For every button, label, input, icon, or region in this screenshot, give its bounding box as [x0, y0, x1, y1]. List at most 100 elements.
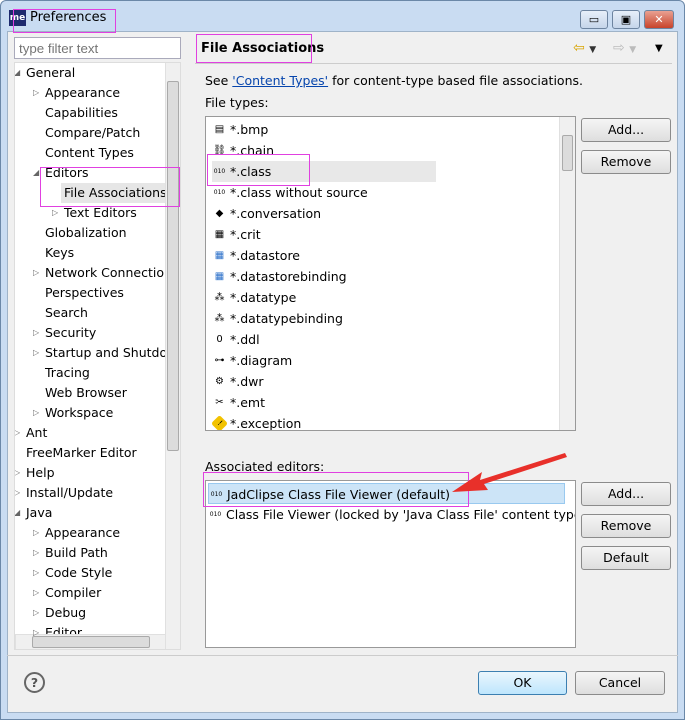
tree-item[interactable]: Debug: [45, 603, 86, 623]
expand-arrow-icon[interactable]: ▷: [15, 468, 20, 477]
cancel-button[interactable]: Cancel: [575, 671, 665, 695]
collapse-arrow-icon[interactable]: ◢: [15, 508, 20, 517]
table-icon: ▦: [214, 250, 225, 261]
add-file-type-button[interactable]: Add...: [581, 118, 671, 142]
file-type-item[interactable]: ▤ *.bmp: [212, 119, 269, 140]
annotation-arrow: [452, 453, 567, 492]
file-type-item[interactable]: ⊶ *.diagram: [212, 350, 293, 371]
tree-item[interactable]: Capabilities: [45, 103, 118, 123]
tree-scroll-thumb[interactable]: [167, 81, 179, 451]
file-type-name: *.bmp: [230, 122, 269, 137]
expand-arrow-icon[interactable]: ▷: [52, 208, 58, 217]
file-type-item[interactable]: ▦ *.crit: [212, 224, 261, 245]
tree-hscroll-thumb[interactable]: [32, 636, 150, 648]
expand-arrow-icon[interactable]: ▷: [33, 408, 39, 417]
file-type-name: *.exception: [230, 416, 302, 431]
tree-item[interactable]: Appearance: [45, 83, 120, 103]
file-type-item[interactable]: ◆ *.conversation: [212, 203, 321, 224]
file-type-item[interactable]: ! *.exception: [211, 413, 302, 431]
ok-button[interactable]: OK: [478, 671, 567, 695]
tree-item[interactable]: Compare/Patch: [45, 123, 140, 143]
help-icon[interactable]: ?: [24, 672, 45, 693]
tree-item[interactable]: Build Path: [45, 543, 108, 563]
file-type-item[interactable]: ⚙ *.dwr: [212, 371, 264, 392]
file-type-name: *.datatypebinding: [230, 311, 343, 326]
editor-item[interactable]: 010 Class File Viewer (locked by 'Java Cl…: [208, 504, 575, 525]
back-icon[interactable]: ⇦ ▼: [573, 40, 596, 56]
file-types-scrollbar[interactable]: [559, 117, 575, 430]
add-editor-button[interactable]: Add...: [581, 482, 671, 506]
expand-arrow-icon[interactable]: ▷: [33, 628, 39, 637]
content-types-link[interactable]: 'Content Types': [232, 73, 328, 88]
forward-icon[interactable]: ⇨ ▼: [613, 40, 636, 56]
tree-item[interactable]: Keys: [45, 243, 74, 263]
tree-item[interactable]: Search: [45, 303, 88, 323]
file-type-name: *.emt: [230, 395, 265, 410]
annotation-box: [13, 9, 116, 33]
file-type-item[interactable]: ✂ *.emt: [212, 392, 265, 413]
maximize-button[interactable]: ▣: [612, 10, 640, 29]
tree-item[interactable]: Java: [26, 503, 52, 523]
tree-item[interactable]: Appearance: [45, 523, 120, 543]
crit-icon: ▦: [214, 229, 225, 240]
tree-item[interactable]: Web Browser: [45, 383, 127, 403]
tree-item[interactable]: Tracing: [45, 363, 90, 383]
tree-item[interactable]: Content Types: [45, 143, 134, 163]
expand-arrow-icon[interactable]: ▷: [33, 348, 39, 357]
expand-arrow-icon[interactable]: ▷: [15, 488, 20, 497]
tree-item[interactable]: Code Style: [45, 563, 112, 583]
annotation-box: [207, 154, 310, 186]
annotation-box: [203, 472, 469, 507]
file-type-name: *.datatype: [230, 290, 297, 305]
tree-item[interactable]: Startup and Shutdown: [45, 343, 180, 363]
tree-item[interactable]: Ant: [26, 423, 47, 443]
expand-arrow-icon[interactable]: ▷: [33, 588, 39, 597]
file-type-name: *.ddl: [230, 332, 260, 347]
expand-arrow-icon[interactable]: ▷: [33, 328, 39, 337]
minimize-button[interactable]: ▭: [580, 10, 608, 29]
datatype-icon: ⁂: [214, 313, 225, 324]
desc-text-2: for content-type based file associations…: [328, 73, 583, 88]
expand-arrow-icon[interactable]: ▷: [33, 608, 39, 617]
tree-scrollbar[interactable]: [165, 63, 180, 649]
tree-item[interactable]: Network Connections: [45, 263, 178, 283]
file-types-scroll-thumb[interactable]: [562, 135, 573, 171]
filter-input[interactable]: [14, 37, 181, 59]
view-menu-icon[interactable]: ▼: [655, 43, 663, 54]
file-type-name: *.datastore: [230, 248, 300, 263]
expand-arrow-icon[interactable]: ▷: [33, 268, 39, 277]
file-type-item[interactable]: ▦ *.datastorebinding: [212, 266, 347, 287]
close-button[interactable]: ✕: [644, 10, 674, 29]
tree-item[interactable]: General: [26, 63, 75, 83]
file-type-name: *.crit: [230, 227, 261, 242]
tree-item[interactable]: Perspectives: [45, 283, 124, 303]
conversation-icon: ◆: [215, 208, 224, 219]
file-type-item[interactable]: ⁂ *.datatypebinding: [212, 308, 343, 329]
expand-arrow-icon[interactable]: ▷: [33, 568, 39, 577]
preference-tree: Editor Debug Compiler Code Style Build Path A…: [14, 62, 181, 650]
class-file-icon: 010: [213, 189, 226, 196]
expand-arrow-icon[interactable]: ▷: [33, 548, 39, 557]
expand-arrow-icon[interactable]: ▷: [15, 428, 20, 437]
tree-item[interactable]: Workspace: [45, 403, 113, 423]
expand-arrow-icon[interactable]: ▷: [33, 528, 39, 537]
file-type-item[interactable]: 0 *.ddl: [212, 329, 260, 350]
tree-item[interactable]: Help: [26, 463, 55, 483]
default-editor-button[interactable]: Default: [581, 546, 671, 570]
file-type-item[interactable]: ⁂ *.datatype: [212, 287, 297, 308]
collapse-arrow-icon[interactable]: ◢: [15, 68, 20, 77]
gear-icon: ⚙: [215, 376, 224, 387]
file-type-name: *.conversation: [230, 206, 322, 221]
tree-item[interactable]: Globalization: [45, 223, 127, 243]
remove-editor-button[interactable]: Remove: [581, 514, 671, 538]
file-type-name: *.class without source: [230, 185, 368, 200]
file-type-name: *.datastorebinding: [230, 269, 347, 284]
remove-file-type-button[interactable]: Remove: [581, 150, 671, 174]
file-type-item[interactable]: ▦ *.datastore: [212, 245, 300, 266]
tree-item[interactable]: Install/Update: [26, 483, 113, 503]
collapse-arrow-icon[interactable]: ◢: [33, 168, 39, 177]
tree-item[interactable]: FreeMarker Editor: [26, 443, 137, 463]
tree-item[interactable]: Security: [45, 323, 96, 343]
tree-item[interactable]: Compiler: [45, 583, 101, 603]
expand-arrow-icon[interactable]: ▷: [33, 88, 39, 97]
